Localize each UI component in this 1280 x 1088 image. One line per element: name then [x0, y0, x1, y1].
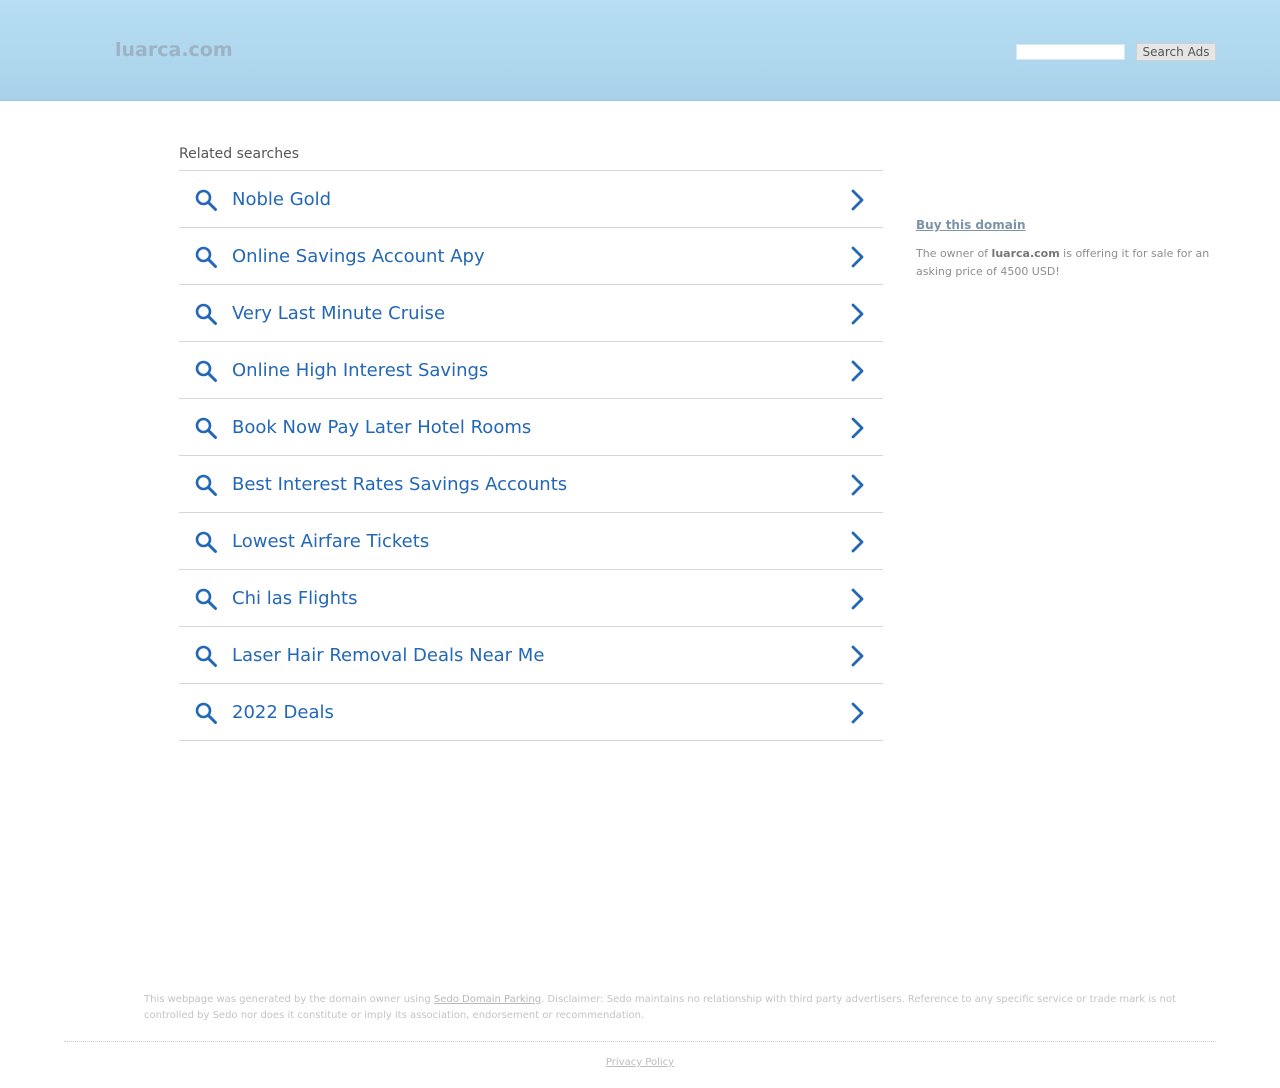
disclaimer-prefix: This webpage was generated by the domain… [144, 994, 434, 1005]
related-search-label: Lowest Airfare Tickets [232, 531, 430, 552]
chevron-right-icon [851, 645, 864, 667]
search-icon [195, 645, 217, 667]
search-icon [195, 189, 217, 211]
disclaimer: This webpage was generated by the domain… [144, 992, 1184, 1024]
related-search-item[interactable]: Noble Gold [179, 171, 883, 228]
sedo-parking-link[interactable]: Sedo Domain Parking [434, 994, 541, 1005]
related-search-item[interactable]: Laser Hair Removal Deals Near Me [179, 627, 883, 684]
related-search-item[interactable]: 2022 Deals [179, 684, 883, 741]
related-search-item[interactable]: Best Interest Rates Savings Accounts [179, 456, 883, 513]
footer: Privacy Policy [0, 1057, 1280, 1068]
search-icon [195, 531, 217, 553]
related-search-label: Noble Gold [232, 189, 332, 210]
related-search-item[interactable]: Book Now Pay Later Hotel Rooms [179, 399, 883, 456]
chevron-right-icon [851, 417, 864, 439]
related-searches-list: Noble Gold Online Savings Account Apy Ve… [179, 170, 883, 741]
related-search-label: 2022 Deals [232, 702, 334, 723]
related-search-item[interactable]: Online High Interest Savings [179, 342, 883, 399]
search-ads-button[interactable]: Search Ads [1136, 43, 1216, 61]
related-search-label: Best Interest Rates Savings Accounts [232, 474, 568, 495]
privacy-policy-link[interactable]: Privacy Policy [606, 1057, 674, 1068]
related-search-label: Book Now Pay Later Hotel Rooms [232, 417, 532, 438]
footer-divider [64, 1041, 1216, 1042]
buy-domain-link[interactable]: Buy this domain [916, 218, 1026, 232]
related-search-label: Very Last Minute Cruise [232, 303, 446, 324]
site-logo[interactable]: luarca.com [115, 39, 233, 61]
related-searches-title: Related searches [179, 146, 300, 162]
search-icon [195, 588, 217, 610]
domain-offer-text: The owner of luarca.com is offering it f… [916, 245, 1216, 281]
chevron-right-icon [851, 360, 864, 382]
search-icon [195, 360, 217, 382]
search-icon [195, 474, 217, 496]
related-search-item[interactable]: Online Savings Account Apy [179, 228, 883, 285]
chevron-right-icon [851, 246, 864, 268]
offer-domain: luarca.com [991, 247, 1060, 260]
chevron-right-icon [851, 702, 864, 724]
related-search-label: Laser Hair Removal Deals Near Me [232, 645, 545, 666]
related-search-item[interactable]: Lowest Airfare Tickets [179, 513, 883, 570]
chevron-right-icon [851, 303, 864, 325]
related-search-item[interactable]: Very Last Minute Cruise [179, 285, 883, 342]
chevron-right-icon [851, 474, 864, 496]
offer-prefix: The owner of [916, 247, 992, 260]
related-search-label: Online High Interest Savings [232, 360, 489, 381]
search-icon [195, 246, 217, 268]
chevron-right-icon [851, 588, 864, 610]
related-search-label: Online Savings Account Apy [232, 246, 485, 267]
related-search-item[interactable]: Chi las Flights [179, 570, 883, 627]
search-input[interactable] [1016, 44, 1125, 60]
search-icon [195, 417, 217, 439]
header: luarca.com Search Ads [0, 0, 1280, 101]
chevron-right-icon [851, 189, 864, 211]
search-icon [195, 303, 217, 325]
related-search-label: Chi las Flights [232, 588, 358, 609]
chevron-right-icon [851, 531, 864, 553]
search-icon [195, 702, 217, 724]
